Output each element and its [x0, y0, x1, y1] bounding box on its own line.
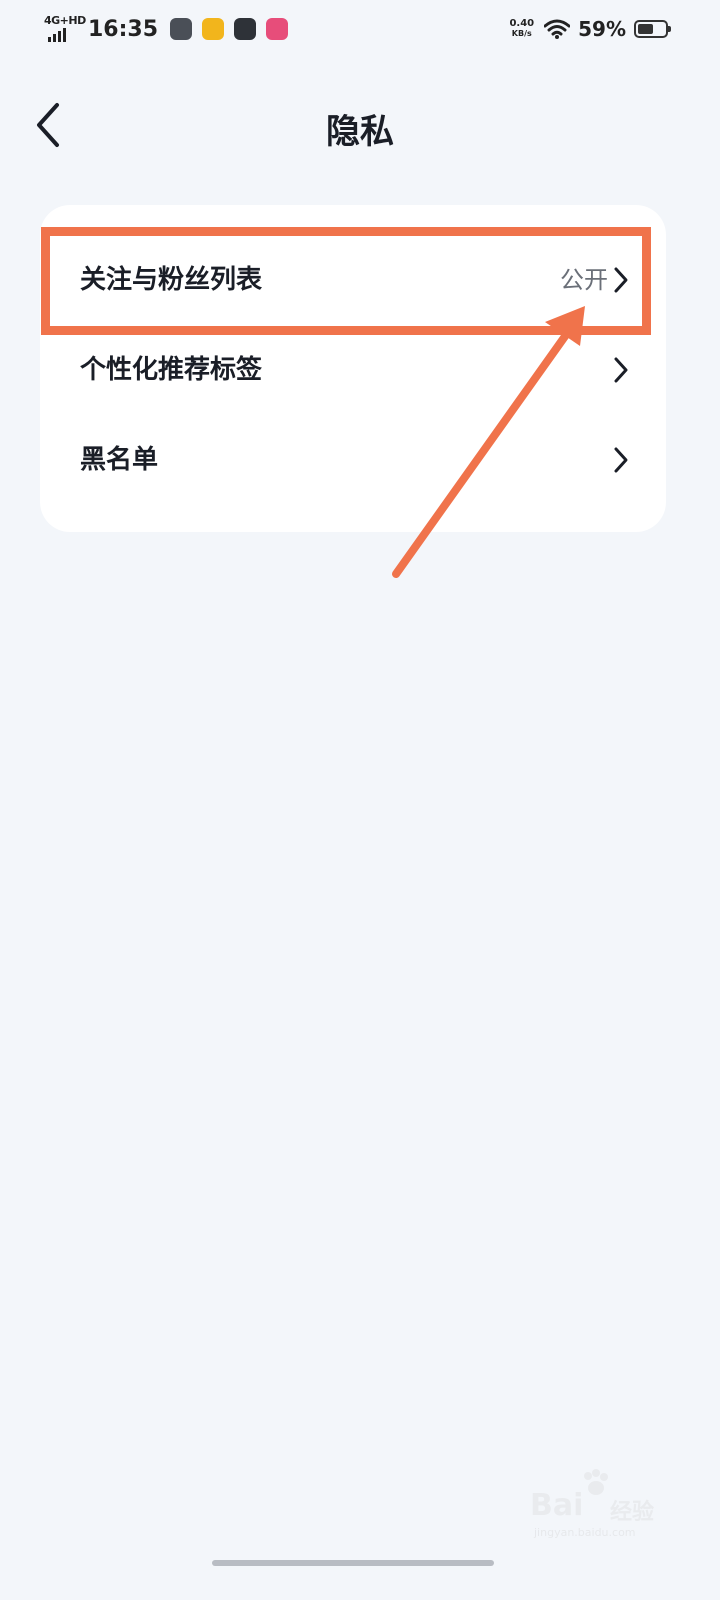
status-bar: 4G+HD 16:35 0.40 KB/s 59% [0, 0, 720, 56]
settings-item-value: 公开 [560, 266, 608, 294]
baidu-jingyan-watermark: Bai 经验 jingyan.baidu.com [530, 1468, 670, 1548]
clock: 16:35 [88, 16, 159, 42]
watermark-word: Bai [530, 1488, 584, 1523]
header: 隐私 [0, 90, 720, 160]
settings-item-label: 个性化推荐标签 [80, 355, 263, 385]
wifi-icon [544, 19, 571, 39]
signal-bars-icon [48, 28, 66, 42]
network-speed-value: 0.40 [509, 18, 535, 29]
status-left: 4G+HD 16:35 [44, 12, 298, 46]
weibo-app-icon [202, 18, 225, 40]
settings-item-personalized-tags[interactable]: 个性化推荐标签 [40, 325, 666, 415]
shopping-bag-app-icon [234, 18, 257, 40]
privacy-settings-card: 关注与粉丝列表 公开 个性化推荐标签 黑名单 [40, 205, 666, 532]
watermark-word2: 经验 [610, 1500, 655, 1525]
battery-percent: 59% [578, 17, 626, 41]
battery-icon [634, 20, 671, 38]
network-speed-unit: KB/s [511, 29, 532, 38]
home-indicator[interactable] [212, 1560, 494, 1566]
settings-item-blacklist[interactable]: 黑名单 [40, 415, 666, 505]
settings-item-follow-fans-list[interactable]: 关注与粉丝列表 公开 [40, 235, 666, 325]
game-app-icon [170, 18, 193, 40]
chevron-right-icon [614, 357, 628, 383]
network-indicator: 4G+HD [44, 14, 86, 44]
tv-app-icon [266, 18, 289, 40]
settings-item-label: 关注与粉丝列表 [80, 265, 263, 295]
status-right: 0.40 KB/s 59% [509, 12, 671, 46]
chevron-right-icon [614, 447, 628, 473]
network-speed: 0.40 KB/s [509, 19, 534, 39]
chevron-right-icon [614, 267, 628, 293]
page-title: 隐私 [326, 112, 394, 152]
settings-item-label: 黑名单 [80, 445, 159, 475]
network-type: 4G+HD [44, 14, 86, 27]
battery-fill [638, 24, 653, 34]
paw-logo-icon [584, 1469, 608, 1495]
watermark-url: jingyan.baidu.com [534, 1526, 636, 1539]
